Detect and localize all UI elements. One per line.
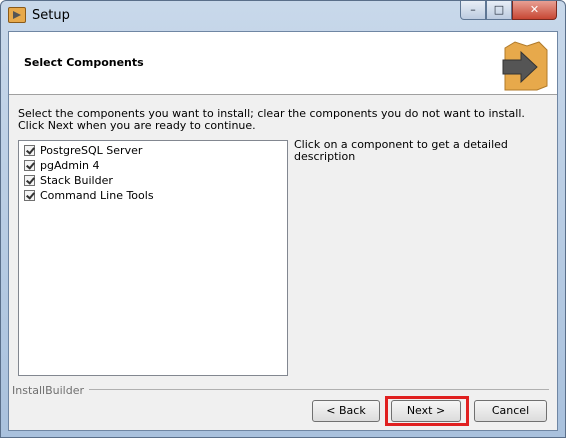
component-list[interactable]: PostgreSQL Server pgAdmin 4 Stack Builde… xyxy=(18,140,288,376)
component-label: pgAdmin 4 xyxy=(40,159,100,172)
list-item[interactable]: pgAdmin 4 xyxy=(24,159,100,174)
checkbox-command-line-tools[interactable] xyxy=(24,190,35,201)
footer-divider xyxy=(89,389,549,390)
checkbox-postgresql-server[interactable] xyxy=(24,145,35,156)
list-item[interactable]: Command Line Tools xyxy=(24,189,154,204)
component-label: Stack Builder xyxy=(40,174,113,187)
maximize-icon: □ xyxy=(493,3,505,16)
page-title: Select Components xyxy=(24,56,144,69)
back-button[interactable]: < Back xyxy=(312,400,380,422)
minimize-button[interactable]: – xyxy=(460,1,486,20)
installer-arrow-icon xyxy=(8,7,26,23)
window-title: Setup xyxy=(32,8,70,23)
title-bar[interactable]: Setup – □ ✕ xyxy=(1,1,565,30)
list-item[interactable]: PostgreSQL Server xyxy=(24,144,142,159)
setup-window: Setup – □ ✕ Select Components Select the… xyxy=(0,0,566,438)
component-label: Command Line Tools xyxy=(40,189,154,202)
checkbox-stack-builder[interactable] xyxy=(24,175,35,186)
close-button[interactable]: ✕ xyxy=(512,1,557,20)
checkbox-pgadmin[interactable] xyxy=(24,160,35,171)
close-icon: ✕ xyxy=(529,3,540,16)
component-label: PostgreSQL Server xyxy=(40,144,143,157)
installbuilder-brand: InstallBuilder xyxy=(12,384,85,397)
instructions-text: Select the components you want to instal… xyxy=(18,107,525,132)
maximize-button[interactable]: □ xyxy=(486,1,512,20)
box-arrow-logo-icon xyxy=(502,41,548,91)
cancel-button[interactable]: Cancel xyxy=(474,400,547,422)
wizard-header: Select Components xyxy=(9,32,557,95)
list-item[interactable]: Stack Builder xyxy=(24,174,113,189)
next-button-highlight xyxy=(385,396,469,426)
component-description: Click on a component to get a detailed d… xyxy=(294,138,508,163)
minimize-icon: – xyxy=(470,3,476,16)
wizard-client-area: Select Components Select the components … xyxy=(8,31,558,431)
